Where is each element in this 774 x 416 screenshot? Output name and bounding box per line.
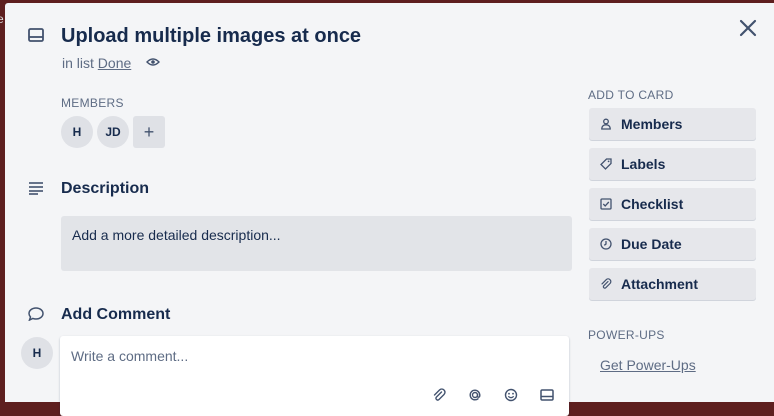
- power-ups-label: POWER-UPS: [588, 328, 665, 342]
- emoji-icon[interactable]: [504, 388, 518, 402]
- list-info: in list Done: [62, 55, 131, 71]
- card-icon[interactable]: [540, 388, 554, 402]
- attachment-button-label: Attachment: [621, 276, 699, 292]
- due-date-button[interactable]: Due Date: [589, 228, 756, 260]
- attachment-button[interactable]: Attachment: [589, 268, 756, 300]
- tag-icon: [600, 158, 612, 170]
- mention-icon[interactable]: [468, 388, 482, 402]
- avatar[interactable]: H: [21, 337, 53, 369]
- add-member-button[interactable]: +: [133, 116, 165, 148]
- due-date-button-label: Due Date: [621, 236, 682, 252]
- person-icon: [601, 118, 611, 130]
- card-title[interactable]: Upload multiple images at once: [61, 25, 361, 48]
- comment-input[interactable]: Write a comment...: [60, 336, 569, 416]
- checklist-button-label: Checklist: [621, 196, 684, 212]
- avatar[interactable]: H: [61, 116, 93, 148]
- get-power-ups-link[interactable]: Get Power-Ups: [600, 357, 696, 373]
- checklist-button[interactable]: Checklist: [589, 188, 756, 220]
- labels-button[interactable]: Labels: [589, 148, 756, 180]
- members-button-label: Members: [621, 116, 683, 132]
- in-list-prefix: in list: [62, 55, 94, 71]
- description-title: Description: [61, 180, 150, 197]
- list-name-link[interactable]: Done: [98, 55, 131, 71]
- paperclip-icon: [601, 278, 612, 289]
- add-comment-title: Add Comment: [61, 306, 171, 323]
- paperclip-icon[interactable]: [432, 388, 446, 402]
- card-icon: [28, 28, 44, 42]
- close-icon[interactable]: [737, 17, 759, 39]
- members-button[interactable]: Members: [589, 108, 756, 140]
- comment-icon: [28, 307, 44, 321]
- avatar[interactable]: JD: [97, 116, 129, 148]
- checkbox-icon: [600, 198, 612, 210]
- board-edge-text: e: [0, 12, 4, 26]
- card-detail-modal: Upload multiple images at once in list D…: [5, 3, 774, 416]
- eye-icon[interactable]: [146, 57, 160, 67]
- description-icon: [29, 182, 43, 195]
- description-input[interactable]: Add a more detailed description...: [61, 216, 572, 271]
- labels-button-label: Labels: [621, 156, 666, 172]
- clock-icon: [600, 238, 612, 250]
- members-label: MEMBERS: [61, 96, 124, 110]
- add-to-card-label: ADD TO CARD: [588, 88, 674, 102]
